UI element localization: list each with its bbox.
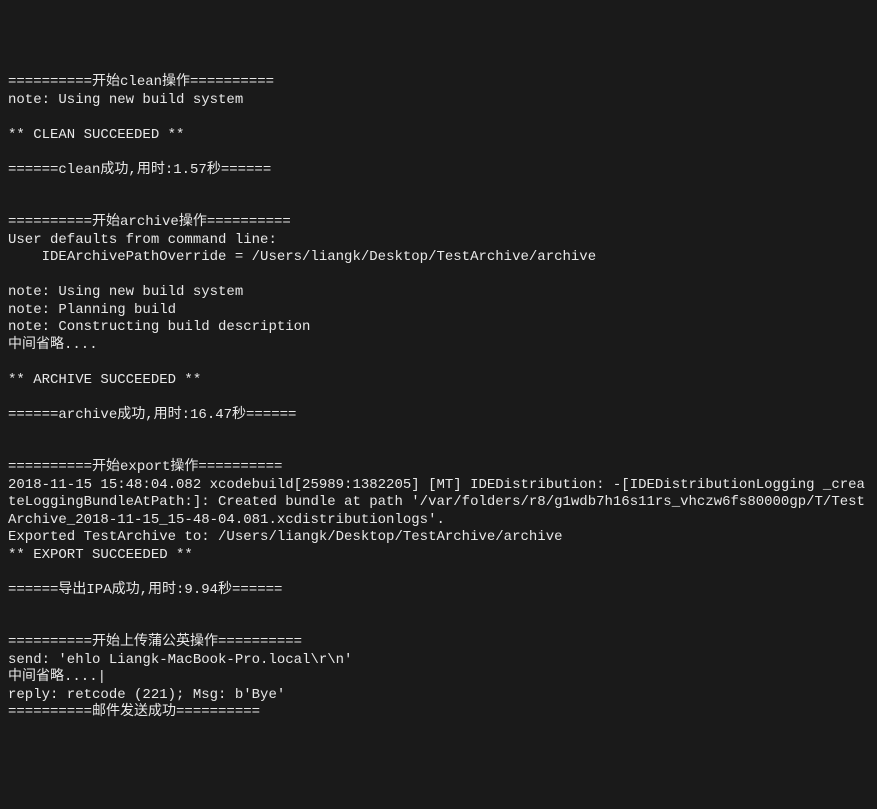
terminal-output: ==========开始clean操作========== note: Usin…: [8, 74, 869, 722]
